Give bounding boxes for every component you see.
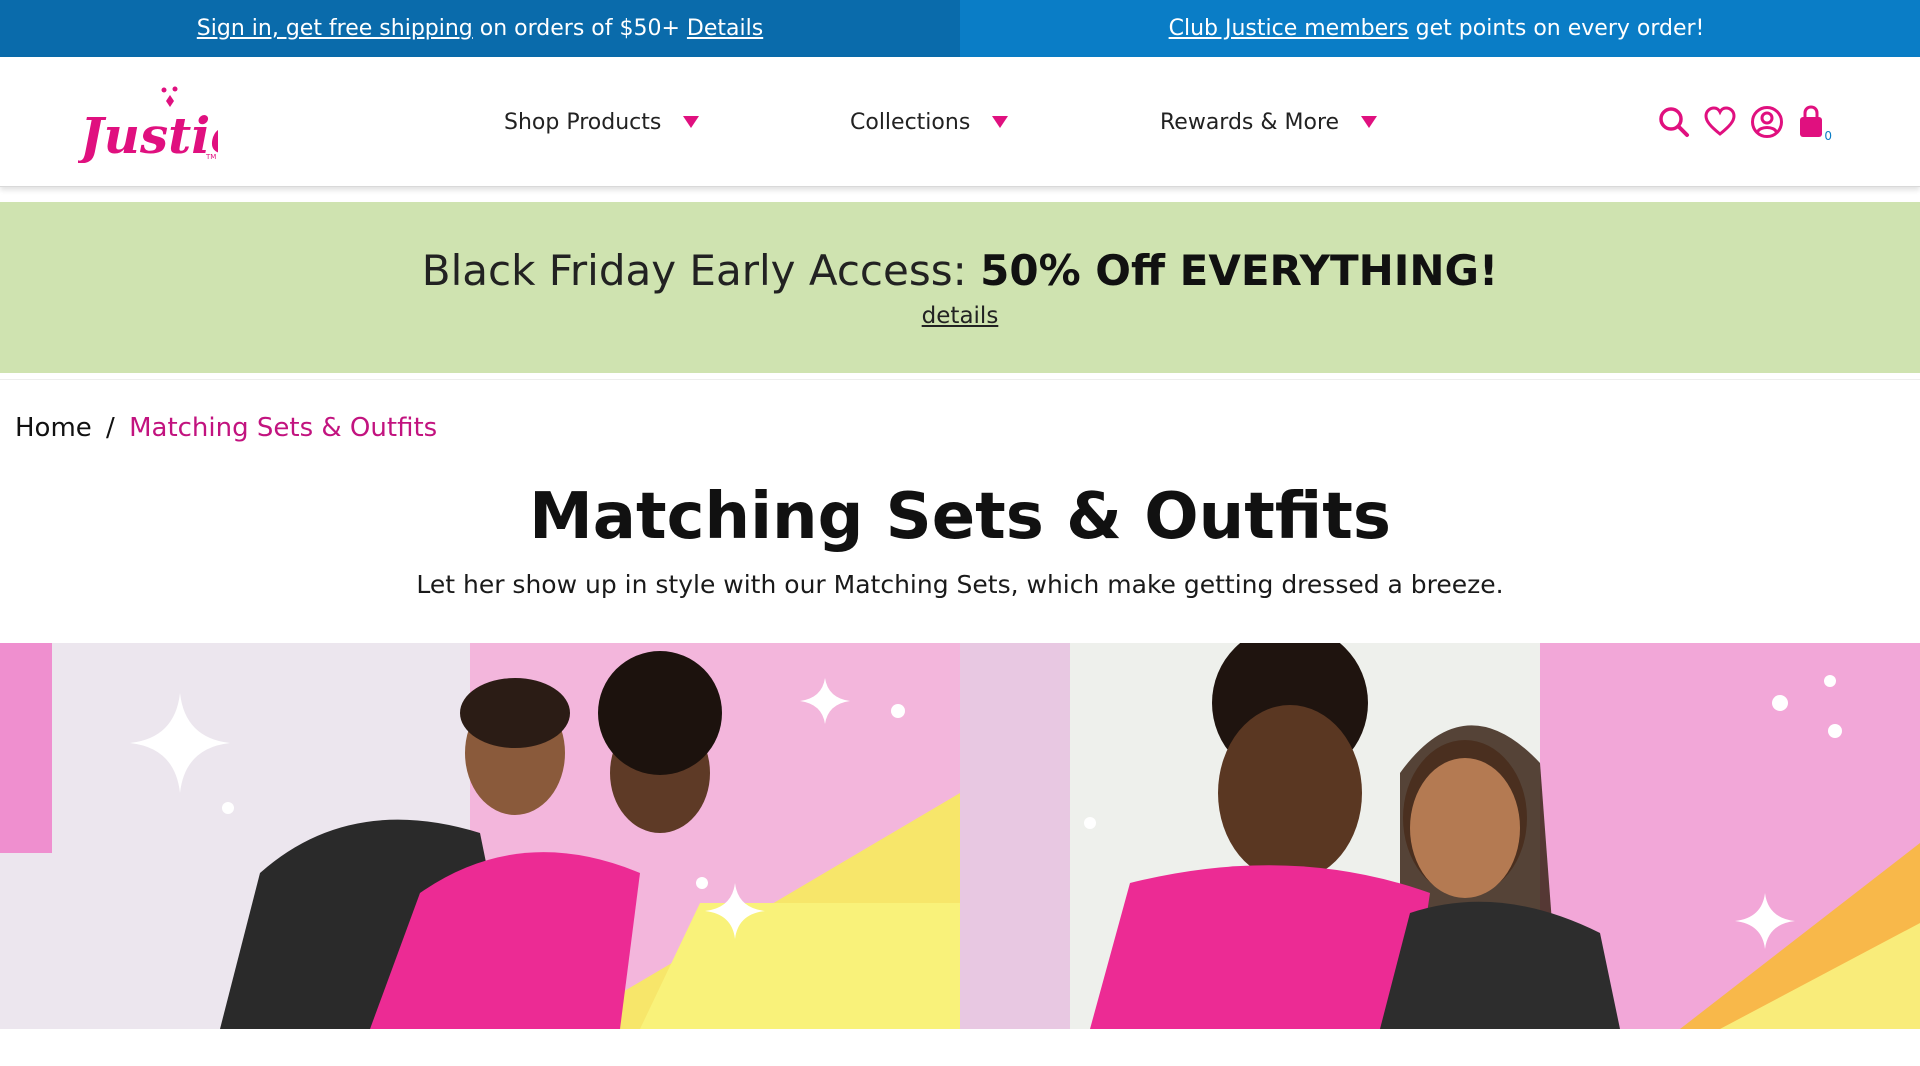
account-icon[interactable] xyxy=(1750,105,1783,139)
nav-collections-label: Collections xyxy=(850,109,971,135)
promo-shipping: Sign in, get free shipping on orders of … xyxy=(0,0,960,57)
breadcrumb-separator: / xyxy=(106,413,115,443)
cart-count: 0 xyxy=(1824,129,1832,143)
justice-logo[interactable]: Justice TM xyxy=(72,81,273,165)
caret-down-icon xyxy=(992,116,1009,128)
site-header: Justice TM Shop Products Collections Rew… xyxy=(0,57,1920,187)
sign-in-shipping-link[interactable]: Sign in, get free shipping xyxy=(197,16,473,41)
page-title: Matching Sets & Outfits xyxy=(529,480,1391,554)
divider xyxy=(0,379,1920,380)
promo-bar: Sign in, get free shipping on orders of … xyxy=(0,0,1920,57)
banner-headline: Black Friday Early Access: 50% Off EVERY… xyxy=(422,246,1498,295)
club-justice-link[interactable]: Club Justice members xyxy=(1169,16,1409,41)
justice-logo-graphic: Justice TM xyxy=(72,86,273,165)
heart-icon[interactable] xyxy=(1704,105,1736,139)
nav-shop-products[interactable]: Shop Products xyxy=(504,57,700,187)
banner-headline-offer: 50% Off EVERYTHING! xyxy=(980,246,1499,295)
banner-headline-prefix: Black Friday Early Access: xyxy=(421,246,967,295)
nav-shop-products-label: Shop Products xyxy=(504,109,662,135)
bag-icon[interactable]: 0 xyxy=(1796,105,1832,143)
promo-club-justice: Club Justice members get points on every… xyxy=(960,0,1920,57)
hero-images xyxy=(0,643,1920,1029)
breadcrumb-current: Matching Sets & Outfits xyxy=(129,413,438,443)
banner-details-link[interactable]: details xyxy=(922,303,999,329)
breadcrumb: Home / Matching Sets & Outfits xyxy=(15,413,437,443)
page-subtitle: Let her show up in style with our Matchi… xyxy=(416,570,1504,599)
header-icons: 0 xyxy=(1658,57,1832,187)
svg-text:Justice: Justice xyxy=(78,106,218,163)
nav-rewards-more[interactable]: Rewards & More xyxy=(1160,57,1378,187)
hero-image-left[interactable] xyxy=(0,643,960,1029)
shipping-details-link[interactable]: Details xyxy=(687,16,763,41)
nav-rewards-more-label: Rewards & More xyxy=(1160,109,1340,135)
caret-down-icon xyxy=(683,116,700,128)
search-icon[interactable] xyxy=(1658,105,1690,139)
svg-text:TM: TM xyxy=(205,153,216,161)
breadcrumb-home[interactable]: Home xyxy=(15,413,92,443)
black-friday-banner: Black Friday Early Access: 50% Off EVERY… xyxy=(0,202,1920,373)
nav-collections[interactable]: Collections xyxy=(850,57,1009,187)
caret-down-icon xyxy=(1361,116,1378,128)
hero-image-right[interactable] xyxy=(960,643,1920,1029)
promo-shipping-text: on orders of $50+ xyxy=(479,16,680,41)
promo-club-text: get points on every order! xyxy=(1415,16,1705,41)
